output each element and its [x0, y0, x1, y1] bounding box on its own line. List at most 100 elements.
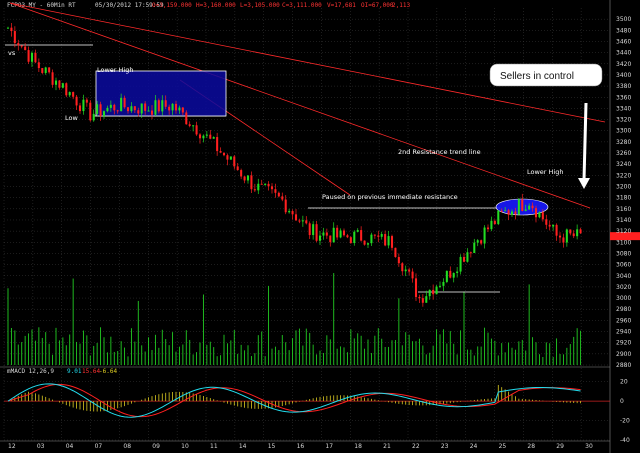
candle-body — [161, 100, 164, 112]
candle-body — [102, 111, 106, 117]
price-tick-label: 3160 — [616, 206, 631, 213]
candle-body — [363, 240, 366, 245]
candle-body — [72, 92, 75, 97]
candle-body — [48, 67, 51, 73]
candle-body — [318, 235, 322, 241]
candle-body — [144, 103, 147, 111]
candle-body — [565, 229, 568, 243]
macd-title: mMACD 12,26,9 — [7, 368, 54, 375]
candle-body — [236, 166, 239, 171]
candle-body — [288, 211, 291, 213]
time-tick-label: 16 — [297, 443, 305, 450]
candle-body — [469, 252, 472, 254]
candle-body — [339, 230, 342, 238]
candle-body — [226, 155, 229, 160]
candle-body — [216, 137, 219, 152]
header-close: C=3,111.000 — [282, 2, 322, 9]
price-tick-label: 3020 — [616, 284, 631, 291]
candle-body — [308, 223, 311, 236]
price-tick-label: 2980 — [616, 306, 631, 313]
candle-body — [349, 237, 352, 243]
candle-body — [387, 236, 390, 246]
chart-svg[interactable]: FCPO3.MY - 60Min RT 05/30/2012 17:59:59 … — [0, 0, 640, 453]
header-open-interest: OI=67,000 — [361, 2, 394, 9]
candle-body — [150, 110, 154, 115]
candle-body — [432, 289, 435, 295]
candle-body — [61, 83, 64, 88]
candle-body — [514, 211, 517, 215]
candle-body — [168, 106, 171, 111]
time-tick-label: 10 — [181, 443, 189, 450]
candle-body — [198, 134, 202, 139]
candle-body — [459, 256, 462, 272]
annotation-paused: Paused on previous immediate resistance — [322, 193, 458, 201]
candle-body — [572, 233, 575, 237]
candle-body — [366, 243, 370, 245]
candle-body — [332, 227, 335, 243]
candle-body — [219, 151, 222, 153]
callout-arrow-shaft — [582, 102, 588, 181]
annotation-resistance: 2nd Resistance trend line — [398, 148, 481, 156]
candle-body — [209, 134, 212, 139]
candle-body — [428, 289, 431, 297]
candle-body — [164, 100, 167, 107]
candle-body — [538, 212, 541, 218]
candle-body — [181, 107, 184, 113]
candle-body — [6, 27, 10, 29]
candle-body — [30, 52, 34, 62]
time-tick-label: 21 — [383, 443, 391, 450]
candle-body — [418, 297, 421, 299]
price-tick-label: 3360 — [616, 94, 631, 101]
candle-body — [185, 112, 188, 125]
price-tick-label: 2880 — [616, 362, 631, 369]
candle-body — [394, 247, 397, 257]
candle-body — [548, 224, 551, 227]
candle-body — [68, 92, 71, 96]
time-tick-label: 03 — [37, 443, 45, 450]
candle-body — [486, 227, 490, 230]
candle-body — [353, 231, 356, 243]
candle-body — [109, 104, 112, 108]
candle-body — [24, 46, 27, 51]
volume-bars — [7, 273, 582, 365]
candle-body — [82, 99, 85, 112]
candle-body — [414, 278, 418, 298]
annotation-lower-high-2: Lower High — [527, 168, 563, 176]
candle-body — [390, 236, 394, 248]
candle-body — [243, 176, 246, 181]
time-axis: 12 03 04 07 08 09 10 11 14 15 16 17 18 21 22 23 24 25 28 29… — [8, 443, 593, 450]
time-tick-label: 18 — [354, 443, 362, 450]
macd-value-signal: 15.64 — [82, 368, 100, 375]
candle-body — [425, 296, 428, 303]
candle-body — [305, 220, 308, 224]
candle-body — [490, 220, 493, 230]
candle-body — [116, 110, 119, 112]
candle-body — [284, 199, 287, 213]
candle-body — [240, 170, 243, 177]
candle-body — [473, 242, 476, 254]
macd-panel — [7, 383, 581, 418]
candle-body — [555, 224, 558, 236]
candle-body — [384, 234, 387, 246]
candle-body — [75, 96, 78, 106]
candle-body — [222, 152, 226, 156]
candle-body — [569, 229, 572, 234]
time-tick-label: 17 — [325, 443, 333, 450]
annotation-low: Low — [65, 114, 78, 122]
candle-body — [154, 100, 157, 115]
candle-body — [130, 106, 133, 112]
header-low: L=3,105.000 — [240, 2, 280, 9]
candle-body — [260, 183, 263, 185]
candle-body — [342, 230, 346, 236]
time-tick-label: 23 — [441, 443, 449, 450]
candle-body — [449, 270, 452, 278]
candle-body — [534, 208, 538, 218]
candle-body — [322, 232, 325, 236]
candle-body — [78, 105, 82, 112]
time-tick-label: 14 — [239, 443, 247, 450]
candle-body — [315, 224, 318, 241]
candle-body — [44, 67, 47, 73]
candle-body — [336, 227, 339, 238]
candle-body — [298, 220, 301, 222]
candle-body — [89, 102, 92, 121]
